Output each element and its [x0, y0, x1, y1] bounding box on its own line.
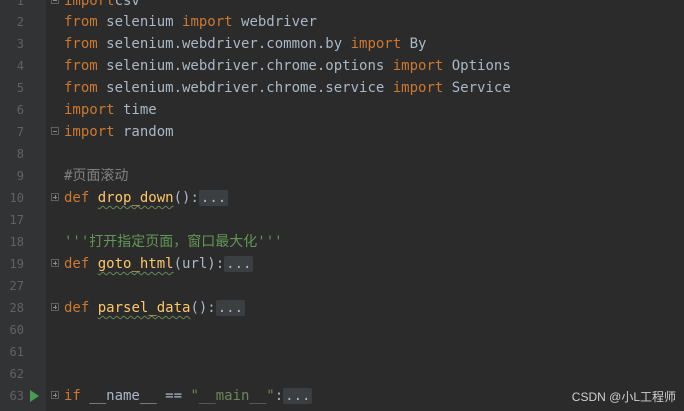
line-number: 27	[9, 279, 24, 293]
code-line[interactable]: 60	[0, 319, 684, 341]
code-line[interactable]: 17	[0, 209, 684, 231]
code-token: selenium	[97, 14, 183, 30]
code-token: def	[64, 256, 90, 272]
code-text: #页面滚动	[64, 165, 128, 187]
line-number: 6	[16, 103, 24, 117]
collapsed-code-placeholder[interactable]: ...	[283, 388, 313, 404]
code-token: from	[64, 36, 98, 52]
code-token: goto_html	[97, 256, 174, 272]
line-number: 60	[9, 323, 24, 337]
code-token: random	[114, 124, 174, 140]
code-text: from selenium.webdriver.common.by import…	[64, 33, 426, 55]
line-number: 63	[9, 389, 24, 403]
fold-toggle-icon[interactable]	[51, 193, 59, 201]
code-line[interactable]: 9 #页面滚动	[0, 165, 684, 187]
code-token: (url):	[173, 256, 225, 272]
code-token: import	[392, 58, 444, 74]
code-token: import	[64, 124, 115, 140]
code-token: '''打开指定页面，窗口最大化'''	[64, 234, 283, 250]
code-line[interactable]: 8	[0, 143, 684, 165]
code-line[interactable]: 19 def goto_html(url):...	[0, 253, 684, 275]
fold-toggle-icon[interactable]	[51, 303, 59, 311]
code-token: import	[350, 36, 402, 52]
watermark: CSDN @小L工程师	[571, 390, 676, 404]
code-token: from	[64, 14, 98, 30]
line-number: 7	[16, 125, 24, 139]
collapsed-code-placeholder[interactable]: ...	[224, 256, 254, 272]
code-token: selenium.webdriver.chrome.options	[97, 58, 393, 74]
fold-toggle-icon[interactable]	[51, 127, 59, 135]
fold-toggle-icon[interactable]	[51, 259, 59, 267]
code-text: from selenium import webdriver	[64, 11, 317, 33]
fold-toggle-icon[interactable]	[51, 0, 59, 4]
code-text: if __name__ == "__main__":...	[64, 385, 313, 407]
code-token: "__main__"	[190, 388, 275, 404]
code-token: selenium.webdriver.common.by	[97, 36, 351, 52]
code-text: '''打开指定页面，窗口最大化'''	[64, 231, 283, 253]
line-number: 10	[9, 191, 24, 205]
code-line[interactable]: 4 from selenium.webdriver.chrome.options …	[0, 55, 684, 77]
line-number: 61	[9, 345, 24, 359]
code-token: selenium.webdriver.chrome.service	[97, 80, 393, 96]
code-line[interactable]: 5 from selenium.webdriver.chrome.service …	[0, 77, 684, 99]
code-token: import	[182, 14, 233, 30]
code-line[interactable]: 7 import random	[0, 121, 684, 143]
code-token: :	[274, 388, 284, 404]
code-token: import	[392, 80, 444, 96]
code-token: def	[64, 190, 90, 206]
code-line[interactable]: 27	[0, 275, 684, 297]
code-token: from	[64, 80, 98, 96]
line-number: 19	[9, 257, 24, 271]
code-line[interactable]: 2 from selenium import webdriver	[0, 11, 684, 33]
code-line[interactable]: 28 def parsel_data():...	[0, 297, 684, 319]
code-token: import	[64, 102, 115, 118]
code-text: import time	[64, 99, 157, 121]
line-number: 8	[16, 147, 24, 161]
code-token: Service	[443, 80, 511, 96]
code-token: drop_down	[97, 190, 174, 206]
code-text: from selenium.webdriver.chrome.options i…	[64, 55, 511, 77]
line-number: 18	[9, 235, 24, 249]
line-number: 9	[16, 169, 24, 183]
code-line[interactable]: 61	[0, 341, 684, 363]
code-token: webdriver	[232, 14, 317, 30]
code-text: def parsel_data():...	[64, 297, 246, 319]
code-token: if	[64, 388, 81, 404]
code-line[interactable]: 3 from selenium.webdriver.common.by impor…	[0, 33, 684, 55]
code-token: csv	[114, 0, 140, 9]
code-token: def	[64, 300, 90, 316]
code-text: def goto_html(url):...	[64, 253, 254, 275]
code-token: By	[401, 36, 427, 52]
code-token: ():	[190, 300, 216, 316]
collapsed-code-placeholder[interactable]: ...	[215, 300, 246, 316]
code-text: import random	[64, 121, 174, 143]
code-line[interactable]: 10 def drop_down():...	[0, 187, 684, 209]
code-token: time	[114, 102, 157, 118]
line-number: 2	[16, 15, 24, 29]
code-text: def drop_down():...	[64, 187, 229, 209]
fold-toggle-icon[interactable]	[51, 391, 59, 399]
code-token: import	[64, 0, 115, 9]
code-token: from	[64, 58, 98, 74]
line-number: 3	[16, 37, 24, 51]
code-line[interactable]: 6 import time	[0, 99, 684, 121]
code-token: __name__ ==	[80, 388, 191, 404]
line-number: 4	[16, 59, 24, 73]
line-number: 5	[16, 81, 24, 95]
collapsed-code-placeholder[interactable]: ...	[198, 190, 229, 206]
code-token: Options	[443, 58, 511, 74]
line-number: 28	[9, 301, 24, 315]
line-number: 17	[9, 213, 24, 227]
code-token: #页面滚动	[64, 168, 129, 184]
code-token: ():	[173, 190, 199, 206]
line-number: 62	[9, 367, 24, 381]
code-line[interactable]: 62	[0, 363, 684, 385]
code-line[interactable]: 18 '''打开指定页面，窗口最大化'''	[0, 231, 684, 253]
run-triangle-icon[interactable]	[30, 390, 39, 402]
code-text: from selenium.webdriver.chrome.service i…	[64, 77, 511, 99]
code-token: parsel_data	[97, 300, 191, 316]
